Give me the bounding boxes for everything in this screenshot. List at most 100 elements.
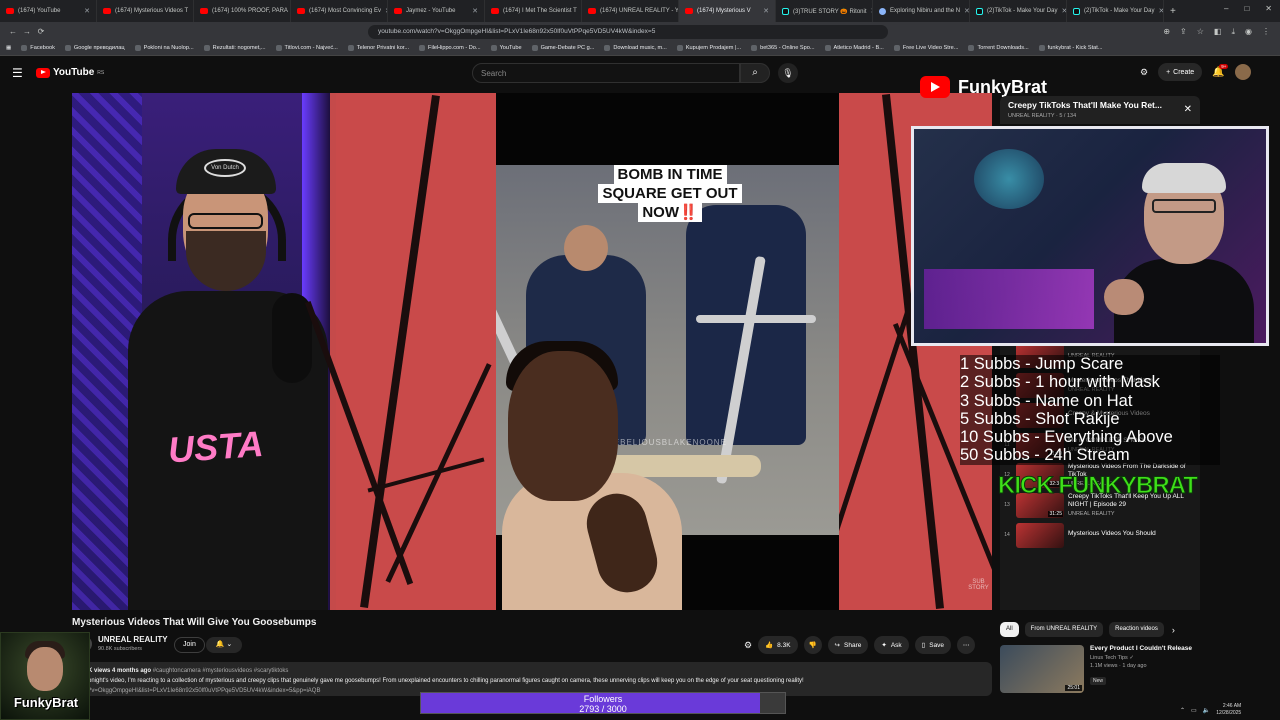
filter-chip[interactable]: All [1000, 622, 1019, 637]
filter-chip[interactable]: From UNREAL REALITY [1024, 622, 1104, 637]
youtube-favicon-icon [297, 8, 305, 14]
browser-tab[interactable]: (1674) Mysterious V ✕ [679, 0, 776, 22]
bookmark-item[interactable]: Game-Debate PC g... [531, 45, 594, 51]
minimize-icon[interactable]: – [1224, 4, 1228, 13]
apps-grid-icon[interactable]: ▦ [6, 45, 11, 51]
youtube-favicon-icon [588, 8, 596, 14]
hamburger-menu-icon[interactable]: ☰ [12, 66, 23, 80]
new-tab-icon[interactable]: + [1170, 6, 1176, 17]
bookmark-item[interactable]: Google преводилац [64, 45, 125, 51]
profile-icon[interactable]: ◉ [1245, 27, 1252, 37]
thanks-icon[interactable]: ⚙ [744, 640, 752, 651]
share-page-icon[interactable]: ⇪ [1180, 27, 1187, 37]
back-icon[interactable]: ← [6, 27, 20, 36]
thumbs-up-icon: 👍 [765, 642, 774, 649]
extension-icon[interactable]: ◧ [1214, 27, 1222, 37]
like-button[interactable]: 👍 8.3K [758, 636, 798, 654]
notifications-bell-icon[interactable]: 🔔 9+ [1212, 63, 1229, 78]
account-avatar[interactable] [1234, 64, 1251, 80]
dislike-button[interactable]: 👎 [803, 636, 822, 654]
bookmark-item[interactable]: Atletico Madrid - B... [824, 45, 884, 51]
bookmark-item[interactable]: FileHippo.com - Do... [419, 45, 481, 51]
suggested-title[interactable]: Every Product I Couldn't Release [1090, 645, 1192, 653]
browser-tab[interactable]: Jaymez - YouTube ✕ [388, 0, 485, 22]
bookmark-item[interactable]: Pokloni na Nuolop... [134, 45, 194, 51]
bookmark-item[interactable]: funkybrat - Kick Stat... [1038, 45, 1102, 51]
bookmark-item[interactable]: Torrent Downloads... [968, 45, 1029, 51]
suggested-duration: 25:01 [1065, 685, 1082, 691]
bookmark-item[interactable]: Free Live Video Stre... [893, 45, 958, 51]
browser-tab[interactable]: (1674) 100% PROOF, PARA✕ [194, 0, 291, 22]
youtube-favicon-icon [103, 8, 111, 14]
browser-tab[interactable]: (1674) UNREAL REALITY - Y✕ [582, 0, 679, 22]
bookmark-item[interactable]: Kupujem Prodajem |... [676, 45, 741, 51]
bookmark-star-icon[interactable]: ☆ [1197, 27, 1204, 37]
close-playlist-icon[interactable]: ✕ [1184, 104, 1192, 115]
create-button[interactable]: + Create [1158, 63, 1203, 81]
save-button[interactable]: ▯ Save [914, 636, 952, 654]
tab-close-icon[interactable]: ✕ [763, 7, 769, 15]
plus-icon: + [1166, 68, 1171, 76]
download-icon[interactable]: ⤓ [1231, 27, 1235, 37]
streamer-name: FunkyBrat [13, 695, 79, 710]
browser-tab[interactable]: Exploring Nibiru and the N ✕ [873, 0, 970, 22]
cast-icon[interactable]: ⚙ [1140, 67, 1148, 78]
search-icon[interactable]: ⌕ [740, 63, 770, 83]
bookmark-item[interactable]: Rezultati: nogomet,... [203, 45, 266, 51]
bookmark-item[interactable]: Titlovi.com - Najveć... [275, 45, 338, 51]
menu-dots-icon[interactable]: ⋮ [1262, 27, 1270, 37]
filter-chip[interactable]: Reaction videos [1109, 622, 1164, 637]
share-button[interactable]: ↪ Share [827, 636, 869, 654]
subscription-bell-button[interactable]: 🔔 ⌄ [206, 637, 242, 653]
channel-name[interactable]: UNREAL REALITY [98, 635, 168, 644]
volume-icon[interactable]: 🔈 [1203, 707, 1210, 714]
forward-icon[interactable]: → [20, 27, 34, 36]
bookmark-item[interactable]: YouTube [490, 45, 522, 51]
browser-tab[interactable]: (1674) I Met The Scientist T✕ [485, 0, 582, 22]
close-window-icon[interactable]: ✕ [1265, 4, 1272, 13]
video-description[interactable]: K views 4 months ago #caughtoncamera #my… [72, 662, 992, 696]
network-icon[interactable]: ▭ [1191, 707, 1197, 714]
browser-tab[interactable]: (2)TikTok - Make Your Day ✕ [970, 0, 1067, 22]
tab-close-icon[interactable]: ✕ [1158, 7, 1163, 15]
browser-tab[interactable]: (1674) Mysterious Videos T✕ [97, 0, 194, 22]
install-icon[interactable]: ⊕ [1163, 27, 1170, 37]
bookmark-item[interactable]: Download music, m... [604, 45, 667, 51]
url-field[interactable]: youtube.com/watch?v=OkggOmpgeHI&list=PLx… [368, 24, 888, 39]
join-button[interactable]: Join [174, 637, 205, 653]
sub-goal-line: 1 Subbs - Jump Scare [960, 355, 1124, 373]
browser-tab[interactable]: (1674) Most Convincing Ev✕ [291, 0, 388, 22]
system-tray: ⌃ ▭ 🔈 2:46 AM 12/28/2025 [1180, 700, 1280, 720]
reload-icon[interactable]: ⟳ [34, 27, 48, 36]
bookmark-item[interactable]: Facebook [21, 45, 55, 51]
video-title: Mysterious Videos That Will Give You Goo… [72, 617, 317, 628]
browser-tab[interactable]: (1674) YouTube ✕ [0, 0, 97, 22]
suggested-video-thumbnail[interactable]: 25:01 [1000, 645, 1084, 693]
tab-close-icon[interactable]: ✕ [84, 7, 90, 15]
maximize-icon[interactable]: □ [1244, 4, 1249, 13]
tab-close-icon[interactable]: ✕ [472, 7, 478, 15]
hashtags[interactable]: #caughtoncamera #mysteriousvideos #scary… [153, 668, 289, 674]
ask-button[interactable]: ✦ Ask [874, 636, 909, 654]
search-input[interactable]: Search [472, 63, 740, 83]
suggested-channel[interactable]: Linus Tech Tips ✓ [1090, 655, 1192, 661]
bookmark-favicon-icon [751, 45, 758, 51]
browser-tab[interactable]: (3)TRUE STORY 🎃 Ritonit✕ [776, 0, 873, 22]
clock[interactable]: 2:46 AM 12/28/2025 [1216, 703, 1241, 717]
playlist-thumbnail[interactable] [1016, 522, 1064, 548]
playlist-item-title[interactable]: Mysterious Videos You Should [1068, 530, 1200, 538]
bookmark-icon: ▯ [921, 642, 926, 649]
bookmark-item[interactable]: Telenor Privatni kor... [347, 45, 409, 51]
bookmark-item[interactable]: bet365 - Online Spo... [751, 45, 815, 51]
playlist-item[interactable]: 14 Mysterious Videos You Should [1000, 520, 1200, 550]
suggested-video[interactable]: 25:01 Every Product I Couldn't Release L… [1000, 645, 1200, 695]
browser-tab[interactable]: (2)TikTok - Make Your Day ✕ [1067, 0, 1164, 22]
playlist-title[interactable]: Creepy TikToks That'll Make You Ret... [1008, 100, 1192, 110]
microphone-icon[interactable]: 🎙 [778, 63, 798, 83]
video-player[interactable]: USTA Von Dutch BOMB IN TIME SQUARE GET O… [72, 93, 992, 610]
youtube-logo[interactable]: YouTube RS [36, 67, 104, 78]
more-actions-button[interactable]: ⋯ [957, 636, 976, 654]
tray-up-icon[interactable]: ⌃ [1180, 707, 1185, 714]
sub-goal-line: 10 Subbs - Everything Above [960, 428, 1173, 447]
chevron-right-icon[interactable]: › [1172, 625, 1175, 635]
